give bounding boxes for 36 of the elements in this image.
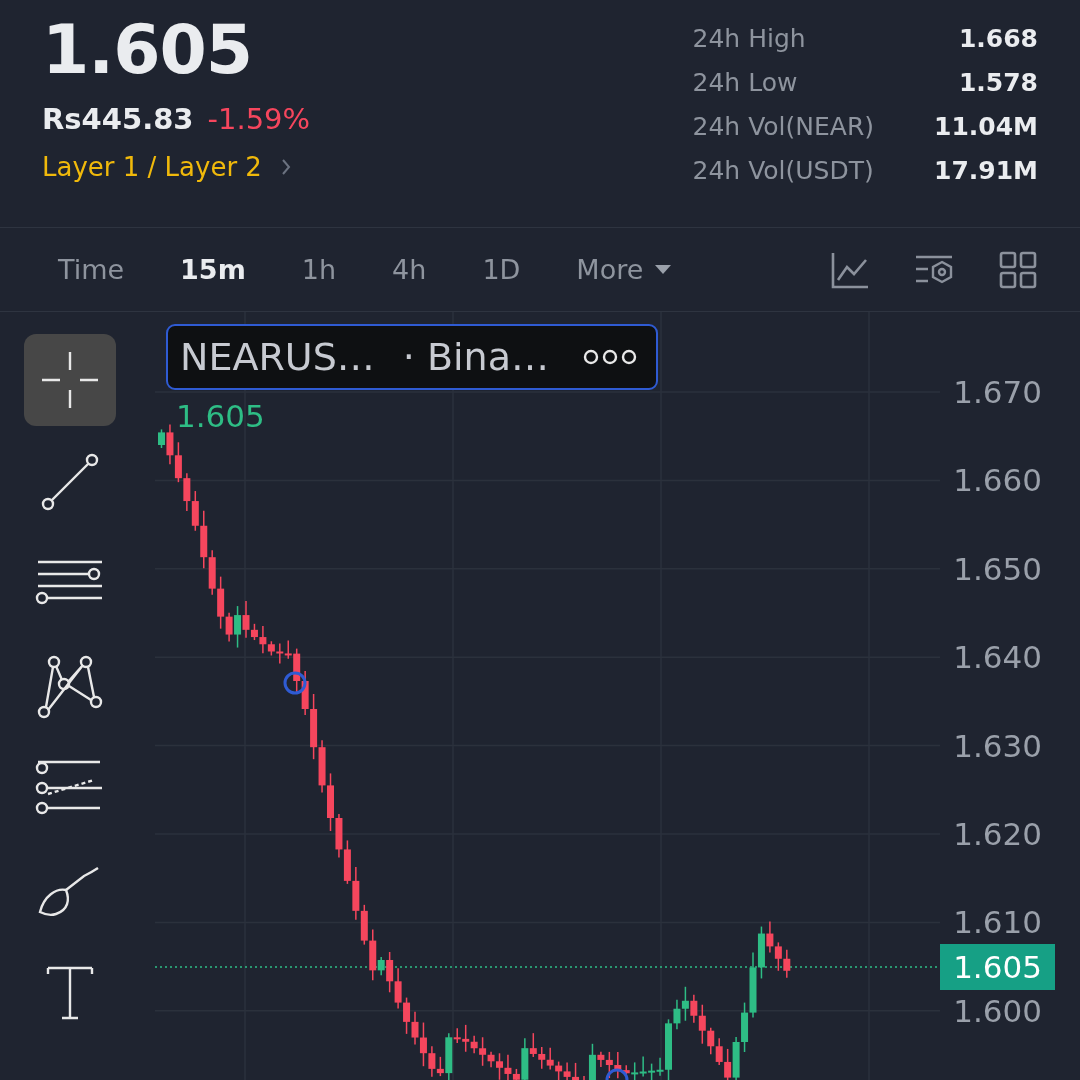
price-axis-label: 1.630 <box>953 726 1042 766</box>
point-marker[interactable] <box>283 671 307 695</box>
price-change: -1.59% <box>207 102 311 136</box>
interval-tab[interactable]: 4h <box>370 248 449 291</box>
price-axis-label: 1.610 <box>953 903 1042 943</box>
stat-value: 1.578 <box>957 67 1038 99</box>
interval-tab[interactable]: 1D <box>460 248 543 291</box>
stat-label: 24h Low <box>692 67 799 99</box>
stat-value: 1.668 <box>957 23 1038 55</box>
stat-label: 24h Vol(USDT) <box>692 155 875 187</box>
open-price-label: 1.605 <box>176 398 265 434</box>
more-dropdown[interactable]: More <box>554 248 696 291</box>
symbol-name: NEARUS… <box>180 335 375 379</box>
current-price-tag: 1.605 <box>940 944 1055 990</box>
symbol-legend[interactable]: NEARUS… · Bina… <box>166 324 658 390</box>
exchange-name: · Bina… <box>402 335 550 379</box>
price-axis-label: 1.600 <box>953 991 1042 1031</box>
price-axis-label: 1.620 <box>953 815 1042 854</box>
interval-tab[interactable]: Time <box>36 248 147 291</box>
layout-grid-icon[interactable] <box>998 249 1038 290</box>
more-icon[interactable] <box>582 348 638 366</box>
stat-label: 24h High <box>692 23 807 55</box>
price-axis-label: 1.650 <box>953 549 1042 589</box>
price-axis-label: 1.660 <box>953 461 1042 501</box>
stat-label: 24h Vol(NEAR) <box>692 111 875 143</box>
stat-value: 17.91M <box>934 155 1038 187</box>
point-marker[interactable] <box>605 1068 629 1080</box>
interval-tab[interactable]: 15m <box>158 248 268 291</box>
last-price: 1.605 <box>42 12 254 88</box>
interval-tab[interactable]: 1h <box>279 248 359 291</box>
stat-value: 11.04M <box>934 111 1038 143</box>
price-axis-label: 1.640 <box>953 638 1042 678</box>
fiat-price: Rs445.83 <box>42 102 194 136</box>
price-axis-label: 1.670 <box>953 373 1042 412</box>
chevron-icon <box>279 157 292 177</box>
category-link[interactable]: Layer 1 / Layer 2 <box>42 152 311 182</box>
